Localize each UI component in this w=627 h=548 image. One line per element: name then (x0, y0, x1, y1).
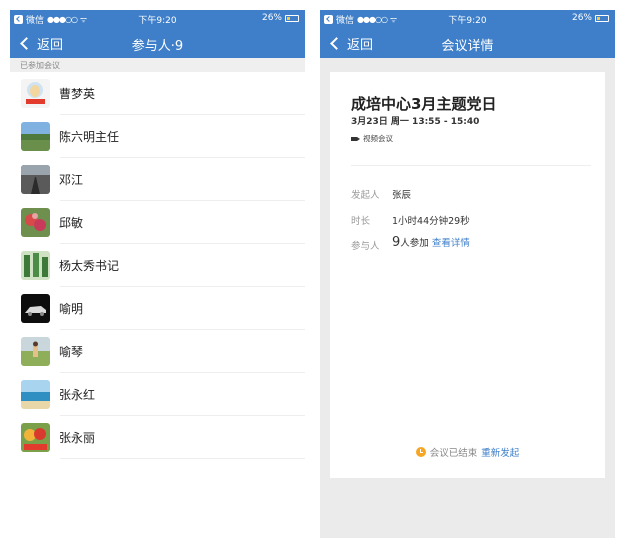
clock-icon (415, 447, 426, 457)
list-item[interactable]: 喻明 (10, 287, 305, 330)
participants-suffix: 人参加 (400, 238, 429, 249)
avatar (21, 79, 50, 108)
participant-name: 邓江 (59, 173, 84, 187)
participant-name: 张永红 (59, 388, 96, 402)
avatar (21, 122, 50, 151)
meeting-card: 成培中心3月主题党日 3月23日 周一 13:55 - 15:40 视频会议 发… (330, 72, 605, 478)
battery-percent: 26% (571, 13, 592, 23)
participants-screen: 微信 ●●●○○ ᯤ 下午9:20 26% 返回 参与人·9 已参加会议 曹梦英 (10, 10, 305, 538)
meeting-time: 3月23日 周一 13:55 - 15:40 (351, 117, 480, 127)
list-item[interactable]: 邱敏 (10, 201, 305, 244)
participant-name: 张永丽 (59, 431, 96, 445)
list-item[interactable]: 张永丽 (10, 416, 305, 459)
status-time: 下午9:20 (138, 16, 177, 26)
participant-name: 杨太秀书记 (59, 259, 120, 273)
list-item[interactable]: 曹梦英 (10, 72, 305, 115)
meeting-status: 会议已结束 重新发起 (330, 445, 605, 459)
duration-label: 时长 (351, 216, 371, 227)
view-details-link[interactable]: 查看详情 (432, 238, 470, 249)
participants-label: 参与人 (351, 241, 380, 252)
battery-icon (285, 14, 299, 22)
avatar (21, 208, 50, 237)
meeting-type-label: 视频会议 (363, 134, 393, 143)
participant-name: 邱敏 (59, 216, 84, 230)
participant-name: 喻明 (59, 302, 84, 316)
status-time: 下午9:20 (448, 16, 487, 26)
participants-value: 9人参加 查看详情 (392, 235, 470, 250)
participant-name: 陈六明主任 (59, 130, 120, 144)
list-item[interactable]: 张永红 (10, 373, 305, 416)
status-bar: 微信 ●●●○○ ᯤ 下午9:20 26% (10, 10, 305, 28)
video-camera-icon (351, 136, 360, 141)
nav-bar: 返回 会议详情 (320, 28, 615, 58)
initiator-label: 发起人 (351, 190, 380, 201)
initiator-value: 张辰 (392, 190, 412, 201)
avatar (21, 165, 50, 194)
page-title: 会议详情 (441, 39, 494, 54)
list-item[interactable]: 邓江 (10, 158, 305, 201)
participant-list: 曹梦英 陈六明主任 邓江 邱敏 杨太秀书记 喻明 喻琴 张永红 张永丽 (10, 72, 305, 459)
avatar (21, 337, 50, 366)
avatar (21, 380, 50, 409)
meeting-type: 视频会议 (351, 133, 393, 144)
meeting-title: 成培中心3月主题党日 (351, 95, 497, 113)
avatar (21, 294, 50, 323)
list-item[interactable]: 杨太秀书记 (10, 244, 305, 287)
nav-bar: 返回 参与人·9 (10, 28, 305, 58)
duration-value: 1小时44分钟29秒 (392, 216, 470, 227)
avatar (21, 423, 50, 452)
meeting-detail-screen: 微信 ●●●○○ ᯤ 下午9:20 26% 返回 会议详情 成培中心3月主题党日… (320, 10, 615, 538)
avatar (21, 251, 50, 280)
status-bar: 微信 ●●●○○ ᯤ 下午9:20 26% (320, 10, 615, 28)
participant-name: 曹梦英 (59, 87, 96, 101)
section-header: 已参加会议 (10, 58, 305, 72)
participant-name: 喻琴 (59, 345, 84, 359)
list-item[interactable]: 喻琴 (10, 330, 305, 373)
restart-meeting-link[interactable]: 重新发起 (481, 445, 519, 459)
battery-percent: 26% (261, 13, 282, 23)
page-title: 参与人·9 (131, 39, 184, 54)
battery-icon (595, 14, 609, 22)
divider (351, 165, 591, 166)
list-item[interactable]: 陈六明主任 (10, 115, 305, 158)
meeting-ended-text: 会议已结束 (429, 448, 478, 459)
